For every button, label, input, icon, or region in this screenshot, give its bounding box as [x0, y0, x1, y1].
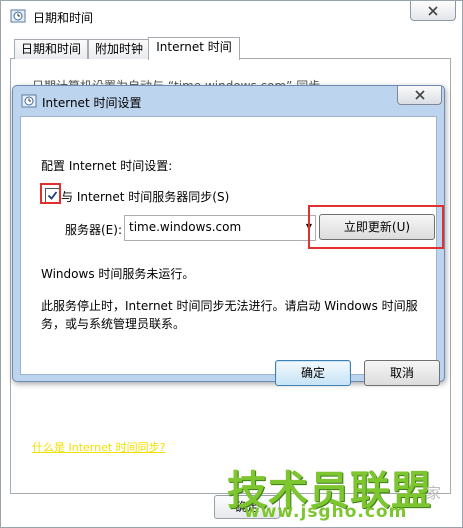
cancel-button[interactable]: 取消: [364, 360, 440, 386]
watermark-url: www.jsgho.com: [244, 502, 408, 522]
dialog-body: 配置 Internet 时间设置: 与 Internet 时间服务器同步(S) …: [20, 116, 444, 386]
window-titlebar: 日期和时间: [1, 1, 462, 31]
clock-icon: [10, 8, 26, 24]
internet-time-settings-dialog: Internet 时间设置 配置 Internet 时间设置: 与 Intern…: [12, 85, 445, 386]
tab-internet-time[interactable]: Internet 时间: [148, 37, 240, 60]
server-value: time.windows.com: [129, 220, 242, 234]
service-description-text: 此服务停止时，Internet 时间同步无法进行。请启动 Windows 时间服…: [41, 299, 418, 331]
ok-button[interactable]: 确定: [275, 360, 351, 386]
service-status-text: Windows 时间服务未运行。: [41, 267, 195, 281]
tab-date-time[interactable]: 日期和时间: [14, 39, 88, 59]
internet-time-help-link[interactable]: 什么是 Internet 时间同步?: [32, 439, 166, 455]
watermark-extra: 家: [426, 484, 442, 502]
checkbox-highlight-box: [40, 183, 61, 204]
dialog-titlebar: Internet 时间设置: [13, 86, 444, 116]
update-now-button[interactable]: 立即更新(U): [319, 214, 435, 240]
config-label: 配置 Internet 时间设置:: [41, 159, 173, 173]
close-icon[interactable]: [410, 1, 456, 21]
server-combobox[interactable]: time.windows.com ▼: [124, 215, 316, 241]
tab-additional-clocks[interactable]: 附加时钟: [88, 39, 150, 59]
server-label: 服务器(E):: [65, 223, 122, 237]
clock-icon: [21, 93, 37, 109]
window-title: 日期和时间: [33, 11, 94, 25]
dialog-title: Internet 时间设置: [42, 96, 142, 110]
close-icon[interactable]: [397, 86, 442, 105]
sync-checkbox-label[interactable]: 与 Internet 时间服务器同步(S): [61, 188, 229, 205]
